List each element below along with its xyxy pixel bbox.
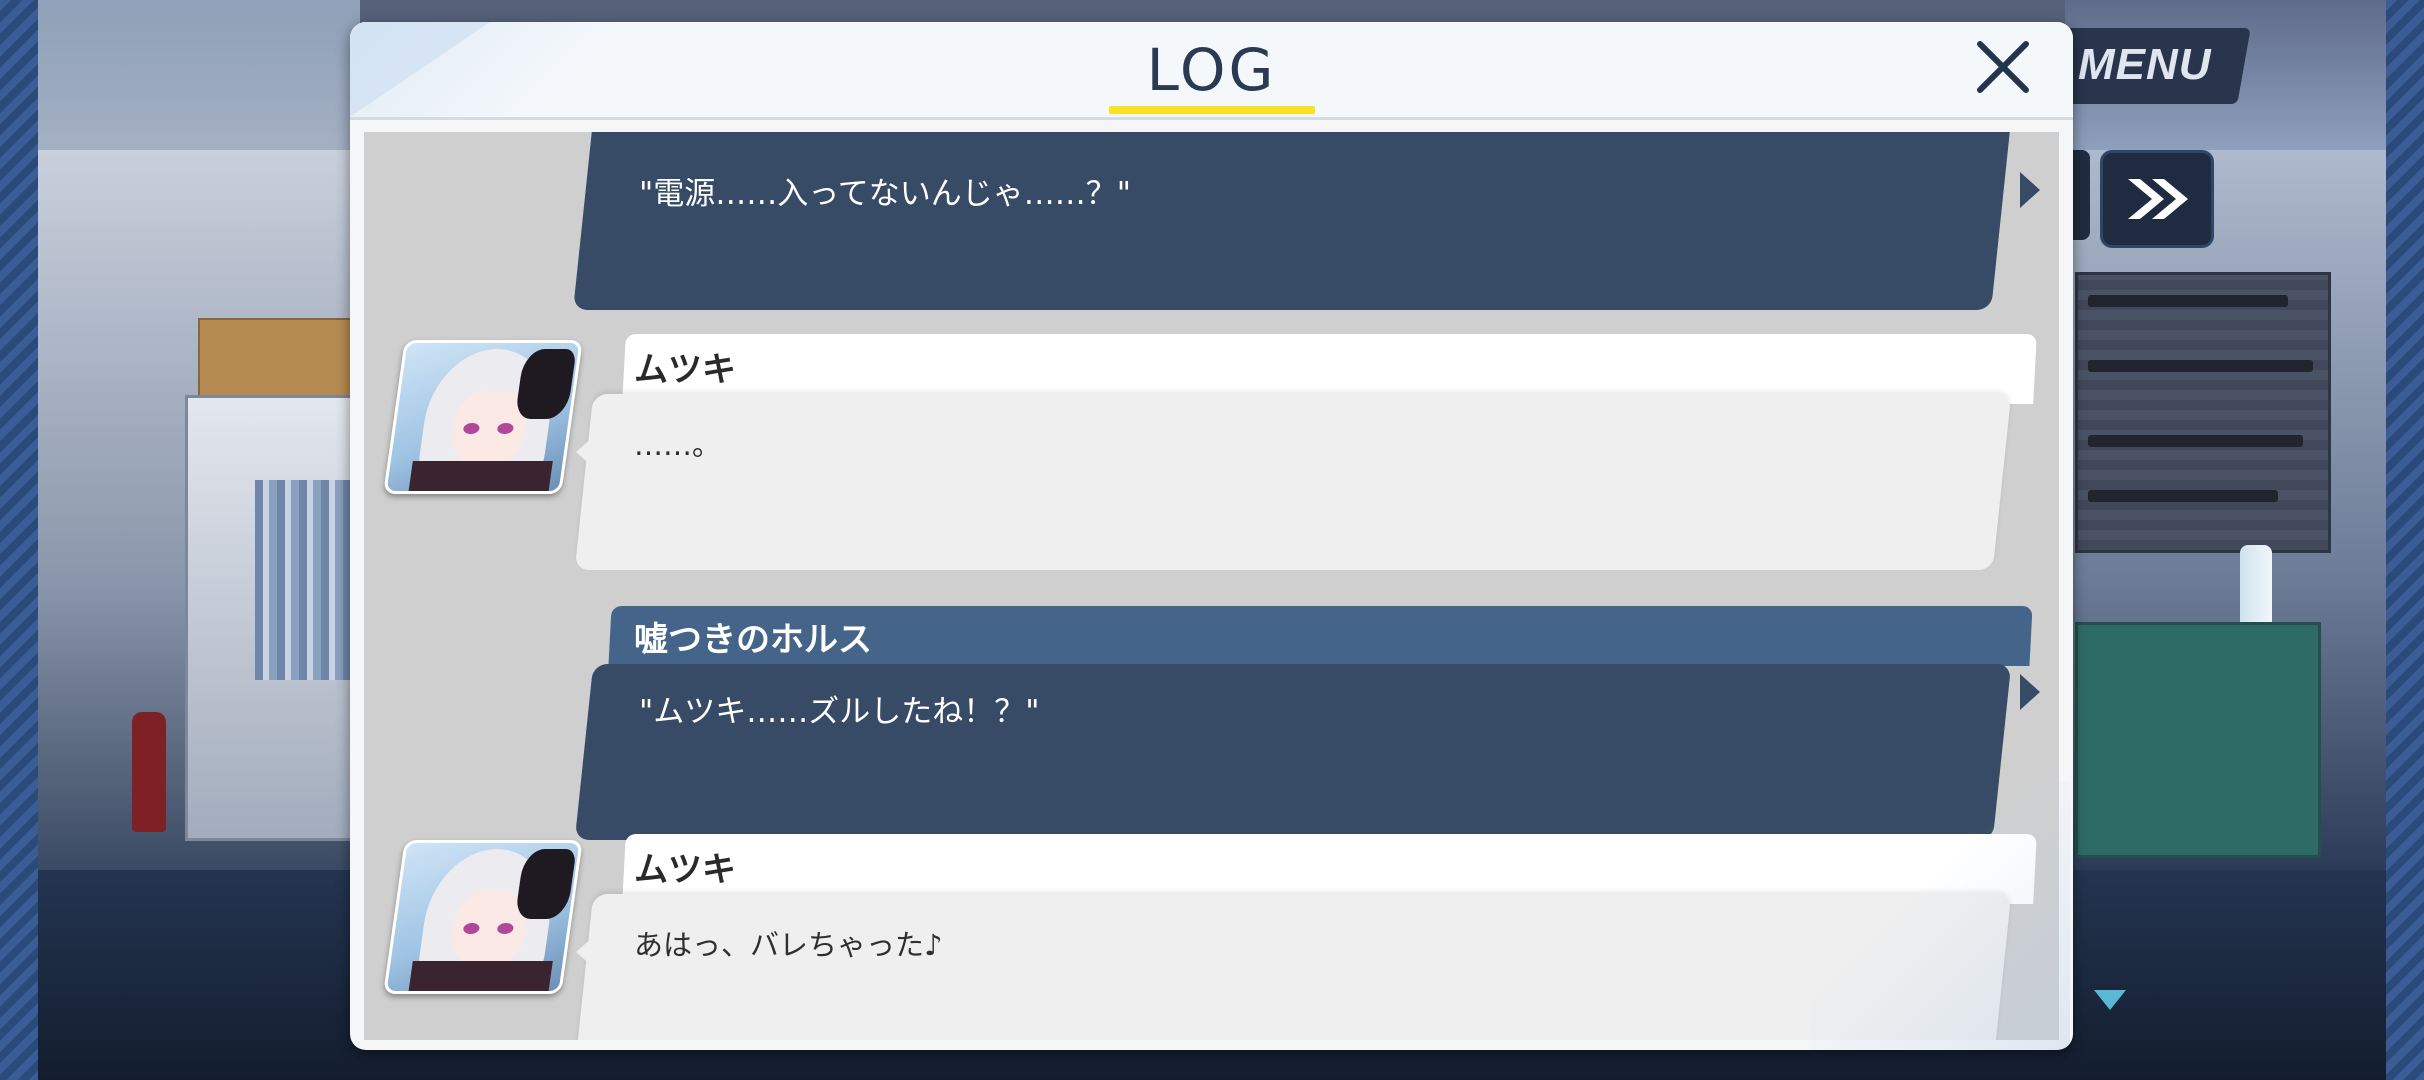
mutsuki-portrait [383, 340, 583, 494]
log-list[interactable]: "電源……入ってないんじゃ……？" ムツキ ……。 嘘つきのホルス "ムツキ……… [364, 132, 2059, 1040]
weapon-rack [2075, 272, 2331, 553]
water-bottle [2240, 545, 2272, 630]
cabinet [2075, 622, 2321, 858]
speaker-name: ムツキ [634, 850, 736, 890]
rifle [2088, 490, 2278, 502]
bubble-tail [576, 436, 594, 468]
log-header: LOG [350, 22, 2073, 120]
triangle-down-icon [2094, 990, 2126, 1010]
close-x-icon [1977, 41, 2029, 93]
player-name: 嘘つきのホルス [634, 620, 872, 660]
character-dialogue-bubble [574, 394, 2012, 570]
character-dialogue-bubble [574, 894, 2012, 1040]
speaker-name: ムツキ [634, 350, 736, 390]
player-dialogue-text: "電源……入ってないんじゃ……？" [639, 176, 1131, 212]
title-underline [1109, 106, 1315, 114]
right-border-stripes [2386, 0, 2424, 1080]
mutsuki-portrait [383, 840, 583, 994]
bubble-tail [576, 936, 594, 968]
cardboard-box [198, 318, 352, 400]
bubble-tail [2020, 172, 2040, 208]
log-title: LOG [1146, 36, 1277, 104]
rifle [2088, 360, 2313, 372]
character-dialogue-text: ……。 [634, 428, 722, 462]
log-panel: LOG "電源……入ってないんじゃ……？" ムツキ ……。 嘘つきのホルス "ム… [350, 22, 2073, 1050]
player-dialogue-text: "ムツキ……ズルしたね！？" [639, 694, 1040, 730]
books [255, 480, 350, 680]
double-chevron-right-icon [2128, 179, 2188, 219]
portrait-clothes [407, 461, 553, 494]
menu-button-label[interactable]: MENU [2078, 40, 2212, 90]
player-dialogue-bubble [573, 132, 2013, 310]
rifle [2088, 295, 2288, 307]
left-border-stripes [0, 0, 38, 1080]
skip-button[interactable] [2100, 150, 2214, 248]
close-button[interactable] [1972, 36, 2034, 98]
rifle [2088, 435, 2303, 447]
character-dialogue-text: あはっ、バレちゃった♪ [634, 928, 943, 962]
portrait-clothes [407, 961, 553, 994]
bubble-tail [2020, 674, 2040, 710]
fire-extinguisher [132, 712, 166, 832]
